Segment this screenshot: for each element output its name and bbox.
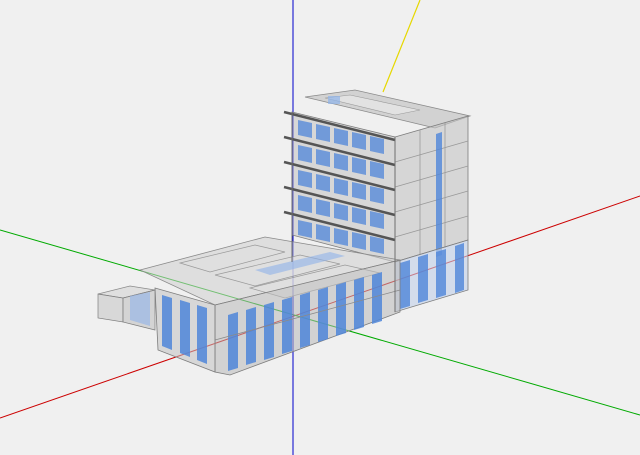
3d-viewport[interactable] — [0, 0, 640, 455]
annex-front — [97, 293, 124, 323]
tower-right-glass-strip — [436, 132, 442, 257]
annex-glass — [130, 292, 150, 326]
roof-skylight — [328, 96, 340, 104]
building-model[interactable] — [97, 89, 472, 376]
vertical-pole-line — [382, 0, 421, 93]
tower-right-face — [394, 115, 469, 263]
scene-svg[interactable] — [0, 0, 640, 455]
